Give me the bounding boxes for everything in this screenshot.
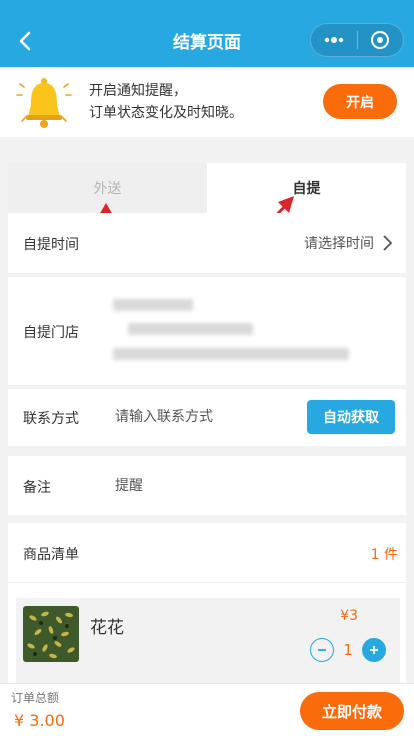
goods-list-label: 商品清单 bbox=[23, 547, 79, 563]
list-item: 花花 ¥3 1 bbox=[16, 598, 400, 683]
quantity-stepper: 1 bbox=[310, 638, 386, 662]
pickup-store-row: 自提门店 bbox=[8, 277, 406, 385]
product-thumbnail bbox=[23, 606, 79, 662]
mini-program-capsule bbox=[310, 23, 404, 57]
increase-quantity-button[interactable] bbox=[362, 638, 386, 662]
delivery-mode-tabs: 外送 自提 bbox=[8, 163, 406, 213]
bell-icon bbox=[16, 78, 72, 128]
contact-input[interactable] bbox=[115, 401, 295, 433]
auto-fill-button[interactable]: 自动获取 bbox=[307, 400, 395, 434]
more-button[interactable] bbox=[311, 24, 357, 56]
target-circle-icon bbox=[371, 31, 390, 49]
chevron-right-icon bbox=[383, 235, 393, 251]
plus-icon bbox=[370, 646, 378, 654]
decrease-quantity-button[interactable] bbox=[310, 638, 334, 662]
enable-notification-button[interactable]: 开启 bbox=[323, 84, 397, 119]
product-price: ¥3 bbox=[340, 608, 358, 624]
contact-row: 联系方式 自动获取 bbox=[8, 389, 406, 446]
pickup-time-label: 自提时间 bbox=[23, 237, 79, 253]
minus-icon bbox=[318, 649, 326, 651]
goods-list-header: 商品清单 1 件 bbox=[8, 523, 406, 583]
checkout-bar: 订单总额 ¥ 3.00 立即付款 bbox=[0, 683, 414, 736]
order-total-label: 订单总额 bbox=[11, 691, 60, 705]
store-address-redacted bbox=[128, 323, 253, 335]
goods-count: 1 件 bbox=[370, 547, 398, 563]
more-dots-icon bbox=[324, 37, 343, 43]
pickup-time-row[interactable]: 自提时间 请选择时间 bbox=[8, 213, 406, 273]
product-name: 花花 bbox=[90, 618, 124, 638]
quantity-value: 1 bbox=[343, 641, 353, 659]
close-button[interactable] bbox=[358, 24, 404, 56]
order-total-value: ¥ 3.00 bbox=[14, 711, 65, 730]
pickup-time-picker[interactable]: 请选择时间 bbox=[304, 233, 394, 253]
store-name-redacted bbox=[113, 299, 193, 311]
notify-line-1: 开启通知提醒， bbox=[89, 83, 187, 99]
notify-text: 开启通知提醒， 订单状态变化及时知晓。 bbox=[89, 80, 243, 124]
notification-banner: 开启通知提醒， 订单状态变化及时知晓。 开启 bbox=[0, 67, 414, 137]
remark-label: 备注 bbox=[23, 480, 51, 496]
pickup-time-value: 请选择时间 bbox=[304, 236, 374, 252]
tab-pickup[interactable]: 自提 bbox=[207, 163, 406, 213]
pickup-store-label: 自提门店 bbox=[23, 325, 79, 341]
pay-now-button[interactable]: 立即付款 bbox=[300, 692, 404, 730]
goods-list: 商品清单 1 件 花花 ¥3 1 bbox=[8, 523, 406, 683]
store-detail-redacted bbox=[113, 348, 349, 360]
remark-input[interactable] bbox=[115, 470, 375, 502]
notify-line-2: 订单状态变化及时知晓。 bbox=[89, 105, 243, 121]
contact-label: 联系方式 bbox=[23, 411, 79, 427]
remark-row: 备注 bbox=[8, 456, 406, 515]
